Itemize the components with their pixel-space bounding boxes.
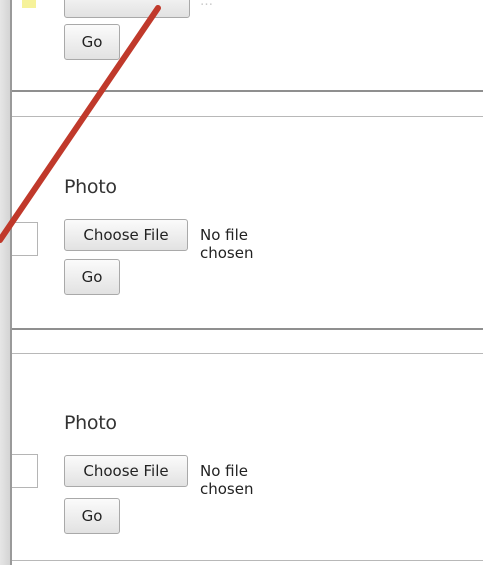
go-button[interactable]: Go [64,498,120,534]
page: … Go Photo Choose File No file chosen Go… [0,0,483,565]
text-input-partial[interactable] [12,222,38,256]
divider [12,328,483,330]
left-sidebar-edge [0,0,12,565]
divider [12,116,483,117]
go-button[interactable]: Go [64,24,120,60]
choose-file-button[interactable]: Choose File [64,219,188,251]
text-input-partial[interactable] [12,454,38,488]
divider [12,353,483,354]
choose-file-button[interactable]: Choose File [64,455,188,487]
divider [12,90,483,92]
no-file-chosen-text: No file chosen [200,462,254,498]
divider [12,560,483,561]
photo-label: Photo [64,176,117,198]
go-button[interactable]: Go [64,259,120,295]
no-file-chosen-text: No file chosen [200,226,254,262]
photo-label: Photo [64,412,117,434]
faded-text-partial: … [200,0,213,9]
highlight-mark [22,0,36,8]
choose-file-button-partial[interactable] [64,0,190,18]
